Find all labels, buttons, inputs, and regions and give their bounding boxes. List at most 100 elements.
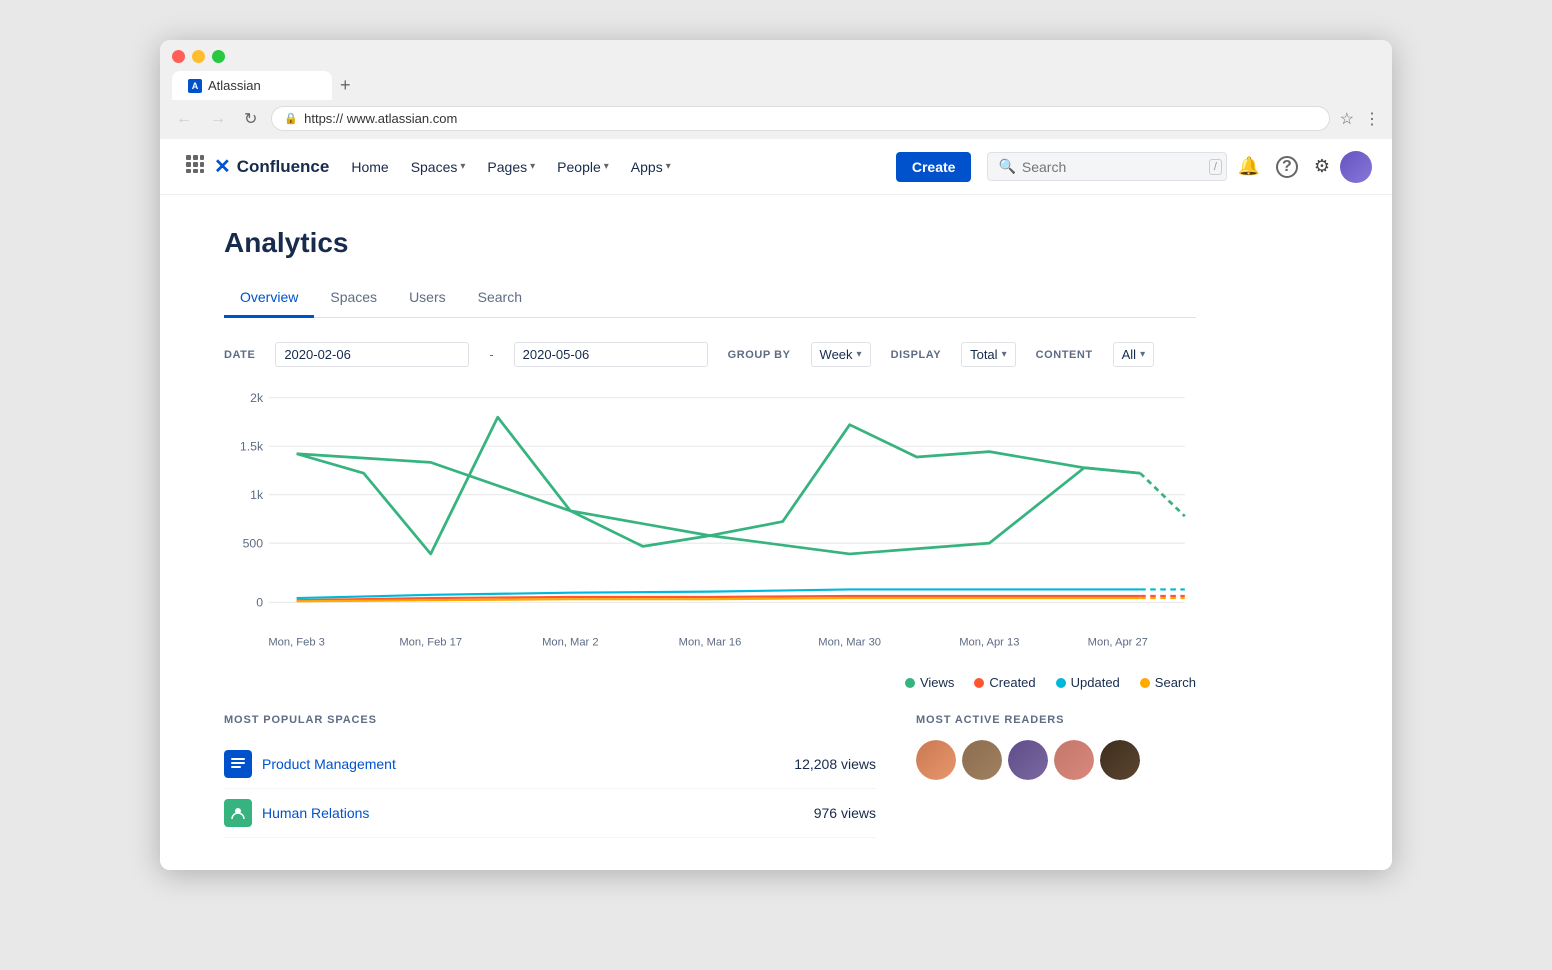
content-label: CONTENT (1036, 349, 1093, 361)
group-by-dropdown[interactable]: Week ▾ (811, 342, 871, 367)
spaces-chevron-icon: ▾ (460, 161, 465, 172)
search-input[interactable] (1022, 159, 1203, 175)
tab-spaces[interactable]: Spaces (314, 279, 393, 318)
legend-search: Search (1140, 675, 1196, 690)
svg-text:Mon, Mar 30: Mon, Mar 30 (818, 637, 881, 649)
space-icon-hr (224, 799, 252, 827)
maximize-button[interactable] (212, 50, 225, 63)
space-views-pm: 12,208 views (794, 756, 876, 772)
lock-icon: 🔒 (284, 112, 298, 125)
app-body: ✕ Confluence Home Spaces ▾ Pages ▾ Peopl… (160, 139, 1392, 870)
space-name-pm[interactable]: Product Management (262, 756, 784, 772)
tab-overview[interactable]: Overview (224, 279, 314, 318)
popular-spaces-title: MOST POPULAR SPACES (224, 714, 876, 726)
browser-tab[interactable]: A Atlassian (172, 71, 332, 100)
reader-avatar-3[interactable] (1008, 740, 1048, 780)
svg-text:Mon, Feb 17: Mon, Feb 17 (399, 637, 462, 649)
page-title: Analytics (224, 227, 1196, 259)
tab-users[interactable]: Users (393, 279, 462, 318)
nav-spaces[interactable]: Spaces ▾ (401, 153, 476, 181)
confluence-icon: ✕ (214, 154, 231, 179)
space-name-hr[interactable]: Human Relations (262, 805, 804, 821)
grid-icon-button[interactable] (180, 149, 210, 184)
display-chevron-icon: ▾ (1002, 349, 1007, 360)
space-row-hr: Human Relations 976 views (224, 789, 876, 838)
svg-text:0: 0 (256, 596, 263, 610)
svg-text:1.5k: 1.5k (240, 440, 264, 454)
people-chevron-icon: ▾ (604, 161, 609, 172)
content-value: All (1122, 347, 1136, 362)
nav-spaces-label: Spaces (411, 159, 458, 175)
refresh-button[interactable]: ↻ (240, 107, 261, 131)
confluence-logo[interactable]: ✕ Confluence (214, 154, 329, 179)
created-label: Created (989, 675, 1035, 690)
updated-label: Updated (1071, 675, 1120, 690)
reader-avatar-4[interactable] (1054, 740, 1094, 780)
tab-search[interactable]: Search (462, 279, 538, 318)
help-icon: ? (1276, 156, 1298, 178)
browser-menu-button[interactable]: ⋮ (1364, 109, 1380, 129)
tab-bar: A Atlassian + (172, 71, 1380, 100)
new-tab-button[interactable]: + (332, 71, 359, 100)
minimize-button[interactable] (192, 50, 205, 63)
active-readers-title: MOST ACTIVE READERS (916, 714, 1196, 726)
reader-avatar-5[interactable] (1100, 740, 1140, 780)
reader-avatar-2[interactable] (962, 740, 1002, 780)
help-button[interactable]: ? (1270, 149, 1304, 184)
space-icon-pm (224, 750, 252, 778)
user-avatar-button[interactable] (1340, 151, 1372, 183)
group-by-value: Week (820, 347, 853, 362)
top-navigation: ✕ Confluence Home Spaces ▾ Pages ▾ Peopl… (160, 139, 1392, 195)
avatar-circle-3 (1008, 740, 1048, 780)
reader-avatar-1[interactable] (916, 740, 956, 780)
date-label: DATE (224, 349, 255, 361)
avatar-circle-1 (916, 740, 956, 780)
nav-people[interactable]: People ▾ (547, 153, 619, 181)
nav-items: Home Spaces ▾ Pages ▾ People ▾ Apps ▾ (341, 153, 892, 181)
analytics-chart: 2k 1.5k 1k 500 0 Mon, Feb 3 Mon, Feb 17 … (224, 387, 1196, 667)
nav-pages-label: Pages (487, 159, 527, 175)
address-input[interactable]: 🔒 https:// www.atlassian.com (271, 106, 1329, 131)
svg-text:Mon, Mar 2: Mon, Mar 2 (542, 637, 598, 649)
settings-button[interactable]: ⚙ (1308, 150, 1336, 183)
active-readers-section: MOST ACTIVE READERS (916, 714, 1196, 838)
content-dropdown[interactable]: All ▾ (1113, 342, 1154, 367)
created-dot (974, 678, 984, 688)
notifications-button[interactable]: 🔔 (1231, 150, 1265, 183)
back-button[interactable]: ← (172, 108, 196, 130)
nav-home[interactable]: Home (341, 153, 398, 181)
nav-pages[interactable]: Pages ▾ (477, 153, 545, 181)
search-box[interactable]: 🔍 / (987, 152, 1227, 181)
forward-button[interactable]: → (206, 108, 230, 130)
group-by-chevron-icon: ▾ (857, 349, 862, 360)
avatar-circle-5 (1100, 740, 1140, 780)
svg-text:Mon, Apr 27: Mon, Apr 27 (1088, 637, 1148, 649)
close-button[interactable] (172, 50, 185, 63)
bookmark-button[interactable]: ☆ (1340, 109, 1354, 129)
bottom-row: MOST POPULAR SPACES Product Management 1… (224, 714, 1196, 838)
chart-svg: 2k 1.5k 1k 500 0 Mon, Feb 3 Mon, Feb 17 … (224, 387, 1196, 667)
search-shortcut: / (1209, 159, 1222, 175)
avatar-circle-2 (962, 740, 1002, 780)
svg-text:500: 500 (243, 537, 264, 551)
space-row: Product Management 12,208 views (224, 740, 876, 789)
nav-apps[interactable]: Apps ▾ (621, 153, 681, 181)
legend-views: Views (905, 675, 954, 690)
display-dropdown[interactable]: Total ▾ (961, 342, 1016, 367)
popular-spaces-section: MOST POPULAR SPACES Product Management 1… (224, 714, 876, 838)
nav-people-label: People (557, 159, 601, 175)
views-dot (905, 678, 915, 688)
tab-title: Atlassian (208, 78, 261, 93)
tab-favicon: A (188, 79, 202, 93)
date-to-input[interactable] (514, 342, 708, 367)
date-from-input[interactable] (275, 342, 469, 367)
bell-icon: 🔔 (1237, 156, 1259, 176)
views-label: Views (920, 675, 954, 690)
address-bar: ← → ↻ 🔒 https:// www.atlassian.com ☆ ⋮ (160, 100, 1392, 139)
analytics-tabs: Overview Spaces Users Search (224, 279, 1196, 318)
create-button[interactable]: Create (896, 152, 972, 182)
svg-text:Mon, Apr 13: Mon, Apr 13 (959, 637, 1019, 649)
nav-apps-label: Apps (631, 159, 663, 175)
search-icon: 🔍 (998, 158, 1015, 175)
confluence-name: Confluence (237, 157, 330, 177)
